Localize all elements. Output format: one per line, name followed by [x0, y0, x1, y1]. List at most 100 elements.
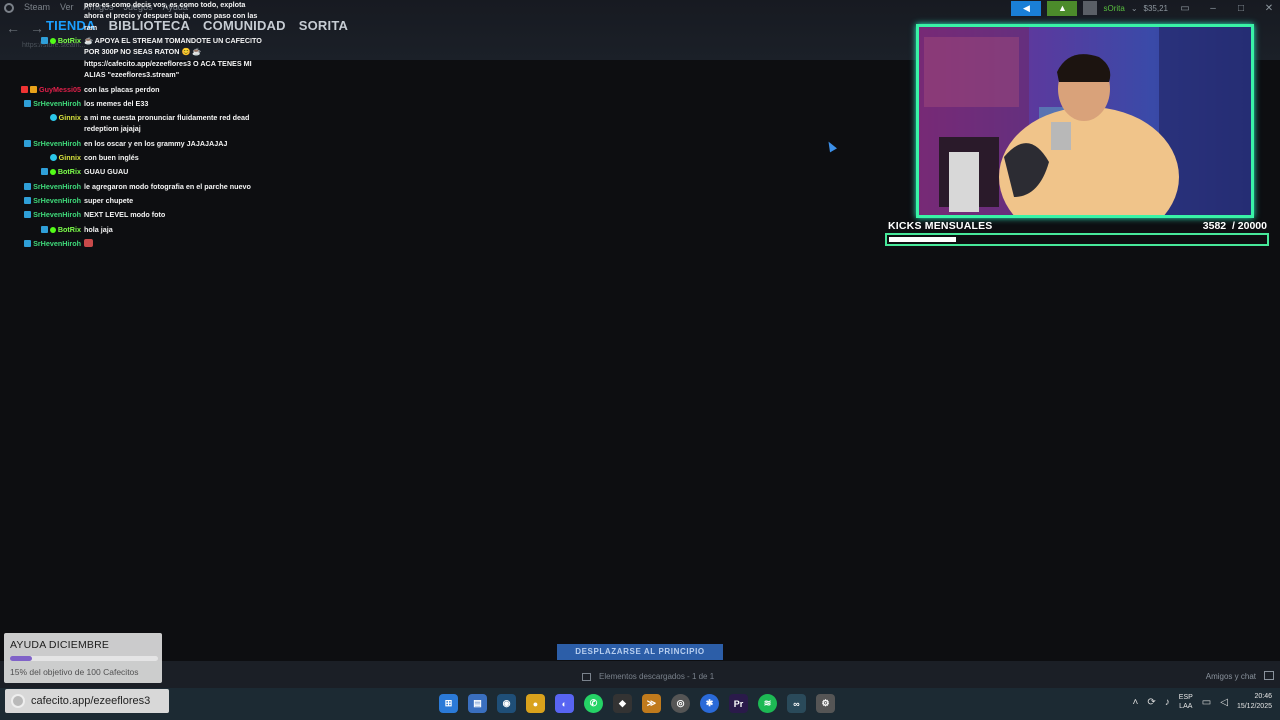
kick-badge-icon	[24, 140, 32, 147]
downloads-label: Elementos descargados - 1 de 1	[599, 672, 715, 681]
chat-text	[84, 238, 264, 249]
kicks-goal-count: 3582 / 20000	[1202, 220, 1267, 232]
kick-badge-icon	[24, 240, 32, 247]
chat-text: hola jaja	[84, 225, 113, 234]
monitor-icon[interactable]: ▭	[1174, 3, 1196, 14]
link-icon[interactable]: ∞	[787, 694, 806, 713]
emote-icon	[84, 239, 93, 247]
discord-icon[interactable]: ◐	[555, 694, 574, 713]
vegas-icon[interactable]: ≫	[642, 694, 661, 713]
settings-gear-icon[interactable]: ⚙	[816, 694, 835, 713]
obs-icon[interactable]: ◎	[671, 694, 690, 713]
download-icon	[582, 672, 591, 681]
chevron-down-icon[interactable]: ⌄	[1131, 4, 1138, 13]
language-code: ESP	[1178, 694, 1193, 701]
chat-text: GUAU GUAU	[84, 167, 129, 176]
chat-username: SrHevenHiroh	[24, 98, 81, 109]
kick-badge-icon	[24, 100, 32, 107]
webcam-feed	[916, 24, 1254, 218]
close-icon[interactable]: ✕	[1258, 3, 1280, 14]
steam-app-icon[interactable]: ◉	[497, 694, 516, 713]
spotify-icon[interactable]: ≋	[758, 694, 777, 713]
downloads-status[interactable]: Elementos descargados - 1 de 1	[582, 672, 714, 681]
friends-chat-label[interactable]: Amigos y chat	[1206, 672, 1256, 681]
wallet-balance: $35,21	[1143, 3, 1168, 13]
chat-username: SrHevenHiroh	[24, 238, 81, 249]
broadcast-icon[interactable]: ◀	[1011, 0, 1042, 16]
kicks-progress-bar	[885, 233, 1269, 246]
widgets-icon[interactable]: ▤	[468, 694, 487, 713]
kick-badge-icon	[40, 37, 48, 44]
og-badge-icon	[30, 86, 38, 93]
avatar[interactable]	[1083, 1, 1098, 15]
back-arrow-icon[interactable]: ←	[6, 20, 20, 36]
chat-text: los memes del E33	[84, 99, 149, 108]
kick-badge-icon	[24, 183, 32, 190]
donation-goal-subtitle: 15% del objetivo de 100 Cafecitos	[10, 667, 139, 677]
cafecito-link: cafecito.app/ezeeflores3	[5, 689, 169, 713]
forward-arrow-icon[interactable]: →	[30, 20, 44, 36]
donation-goal-title: AYUDA DICIEMBRE	[10, 639, 110, 651]
language-indicator[interactable]: ESP LAA	[1179, 693, 1193, 711]
nav-arrows: ← →	[6, 20, 44, 36]
clock[interactable]: 20:46 15/12/2025	[1237, 692, 1272, 712]
kick-badge-icon	[40, 168, 48, 175]
microphone-icon[interactable]: ♪	[1165, 697, 1170, 708]
volume-icon[interactable]: ◁	[1220, 697, 1228, 708]
chat-text: ☕ APOYA EL STREAM TOMANDOTE UN CAFECITO …	[84, 36, 262, 80]
chat-text: con las placas perdon	[84, 85, 160, 94]
steam-logo-icon	[4, 2, 14, 13]
chat-username: SrHevenHiroh	[24, 181, 81, 192]
tab-profile[interactable]: SORITA	[299, 18, 348, 33]
friends-chat-icon[interactable]	[1264, 671, 1274, 680]
chat-text: en los oscar y en los grammy JAJAJAJAJ	[84, 139, 228, 148]
menu-ver[interactable]: Ver	[60, 2, 74, 13]
chat-username: SrHevenHiroh	[24, 195, 81, 206]
menu-steam[interactable]: Steam	[24, 2, 50, 13]
kick-badge-icon	[24, 211, 32, 218]
chat-username: Ginnix	[49, 112, 81, 123]
chat-text: NEXT LEVEL modo foto	[84, 210, 166, 219]
premiere-icon[interactable]: Pr	[729, 694, 748, 713]
chat-text: super chupete	[84, 196, 134, 205]
donation-progress-fill	[10, 656, 33, 661]
network-icon[interactable]: ▭	[1202, 697, 1211, 708]
system-tray: ˄ ⟳ ♪ ESP LAA ▭ ◁ 20:46 15/12/2025	[1133, 692, 1272, 712]
chat-username: SrHevenHiroh	[24, 138, 81, 149]
chat-text: pero es como decis vos, es como todo, ex…	[84, 0, 258, 32]
windows-start-icon[interactable]: ⊞	[439, 694, 458, 713]
battle-net-icon[interactable]: ✱	[700, 694, 719, 713]
kicks-progress-fill	[889, 237, 957, 242]
bot-badge-icon	[49, 227, 56, 233]
taskbar-apps: ⊞ ▤ ◉ ● ◐ ✆ ◆ ≫ ◎ ✱ Pr ≋ ∞ ⚙	[439, 694, 835, 713]
chat-username: GuyMessi05	[21, 84, 81, 95]
mouse-cursor-icon	[825, 139, 837, 153]
maximize-icon[interactable]: □	[1230, 3, 1252, 14]
chat-username: BotRix	[40, 35, 81, 46]
sync-icon[interactable]: ⟳	[1147, 697, 1155, 708]
notification-bell-icon[interactable]: ▲	[1047, 0, 1078, 16]
username[interactable]: sOrita	[1103, 4, 1124, 13]
kicks-goal-title: KICKS MENSUALES	[888, 220, 993, 232]
chrome-icon[interactable]: ●	[526, 694, 545, 713]
clock-time: 20:46	[1254, 693, 1272, 700]
minimize-icon[interactable]: –	[1202, 3, 1224, 14]
kick-badge-icon	[40, 226, 48, 233]
scroll-to-top-button[interactable]: DESPLAZARSE AL PRINCIPIO	[557, 644, 723, 660]
chevron-up-icon[interactable]: ˄	[1133, 697, 1139, 708]
chat-username: BotRix	[40, 166, 81, 177]
gem-badge-icon	[49, 114, 57, 121]
check-badge-icon	[21, 86, 29, 93]
whatsapp-icon[interactable]: ✆	[584, 694, 603, 713]
chat-username: SrHevenHiroh	[24, 209, 81, 220]
clock-date: 15/12/2025	[1236, 703, 1272, 710]
chat-text: le agregaron modo fotografia en el parch…	[84, 182, 251, 191]
shield-icon[interactable]: ◆	[613, 694, 632, 713]
cafecito-logo-icon	[11, 694, 25, 708]
bot-badge-icon	[49, 38, 56, 44]
cafecito-link-text: cafecito.app/ezeeflores3	[31, 695, 151, 707]
screen: Steam Ver Amigos Juegos Ayuda ← → TIENDA…	[0, 0, 1280, 720]
steam-top-right: ◀ ▲ sOrita ⌄ $35,21 ▭ – □ ✕	[1011, 0, 1280, 16]
webcam-image	[919, 27, 1251, 215]
bot-badge-icon	[49, 169, 56, 175]
